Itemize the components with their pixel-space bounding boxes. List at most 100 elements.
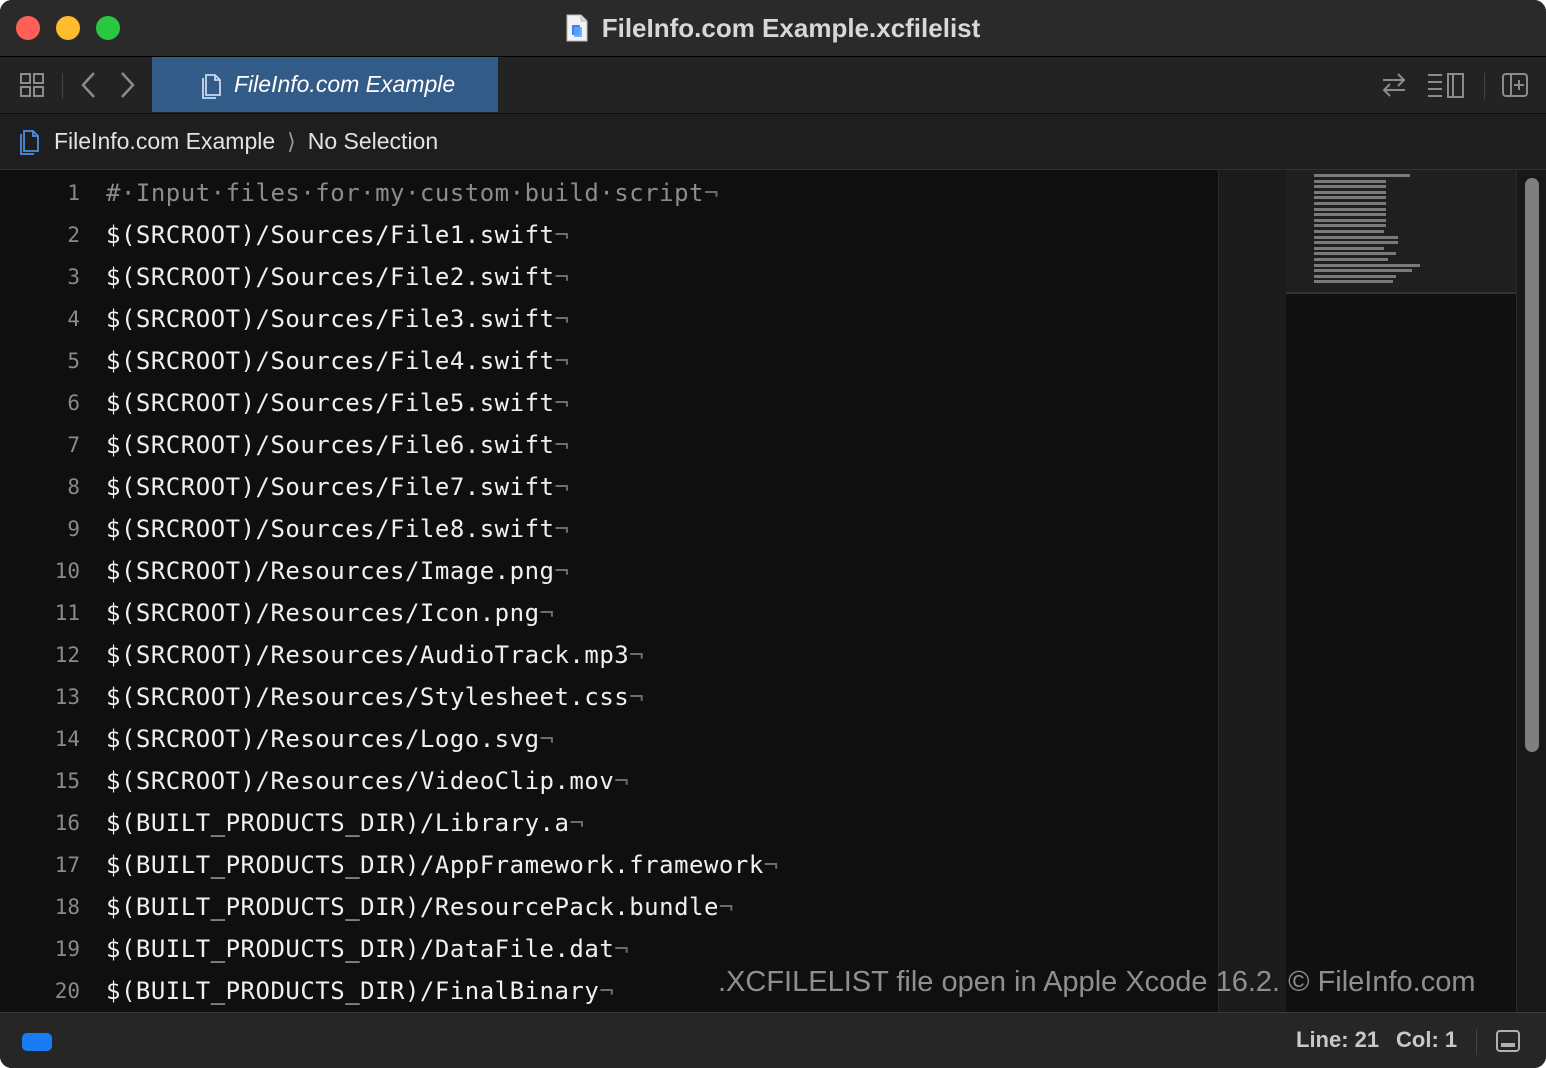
line-number: 14 xyxy=(54,727,80,751)
toolbar-divider xyxy=(1484,73,1485,99)
line-text: $(SRCROOT)/Resources/AudioTrack.mp3¬ xyxy=(106,634,644,676)
code-line[interactable]: 1 #·Input·files·for·my·custom·build·scrip… xyxy=(0,172,1218,214)
invisible-newline-marker: ¬ xyxy=(569,809,585,837)
code-line[interactable]: 19 $(BUILT_PRODUCTS_DIR)/DataFile.dat¬ xyxy=(0,928,1218,970)
code-line[interactable]: 15 $(SRCROOT)/Resources/VideoClip.mov¬ xyxy=(0,760,1218,802)
breadcrumb-separator: ⟩ xyxy=(287,128,296,154)
line-text: $(SRCROOT)/Sources/File5.swift¬ xyxy=(106,382,569,424)
code-line[interactable]: 5 $(SRCROOT)/Sources/File4.swift¬ xyxy=(0,340,1218,382)
invisible-newline-marker: ¬ xyxy=(539,599,555,627)
source-editor[interactable]: 1 #·Input·files·for·my·custom·build·scrip… xyxy=(0,170,1218,1012)
minimap-line xyxy=(1314,252,1396,256)
code-line[interactable]: 4 $(SRCROOT)/Sources/File3.swift¬ xyxy=(0,298,1218,340)
debug-area-icon[interactable] xyxy=(1492,1013,1524,1068)
line-number: 13 xyxy=(54,685,80,709)
line-content: $(SRCROOT)/Resources/Stylesheet.css xyxy=(106,683,630,711)
line-content: $(BUILT_PRODUCTS_DIR)/DataFile.dat xyxy=(106,935,615,963)
code-line[interactable]: 9 $(SRCROOT)/Sources/File8.swift¬ xyxy=(0,508,1218,550)
invisible-newline-marker: ¬ xyxy=(763,851,779,879)
minimap-line xyxy=(1314,235,1398,239)
line-content: $(BUILT_PRODUCTS_DIR)/ResourcePack.bundl… xyxy=(106,893,719,921)
invisible-newline-marker: ¬ xyxy=(554,389,570,417)
minimap-line xyxy=(1314,269,1412,273)
tab-bar: FileInfo.com Example xyxy=(0,57,1546,114)
minimap-line xyxy=(1314,218,1386,222)
line-content: $(SRCROOT)/Sources/File8.swift xyxy=(106,515,555,543)
chevron-right-icon[interactable] xyxy=(112,57,142,113)
invisible-newline-marker: ¬ xyxy=(554,557,570,585)
minimap-line xyxy=(1314,174,1410,177)
add-editor-icon[interactable] xyxy=(1498,57,1532,113)
breadcrumb-selection[interactable]: No Selection xyxy=(308,128,438,155)
line-number: 3 xyxy=(67,265,80,289)
line-content: $(SRCROOT)/Sources/File4.swift xyxy=(106,347,555,375)
code-line[interactable]: 12 $(SRCROOT)/Resources/AudioTrack.mp3¬ xyxy=(0,634,1218,676)
document-icon xyxy=(18,128,42,156)
line-number: 8 xyxy=(67,475,80,499)
line-text: $(SRCROOT)/Resources/VideoClip.mov¬ xyxy=(106,760,629,802)
code-line[interactable]: 3 $(SRCROOT)/Sources/File2.swift¬ xyxy=(0,256,1218,298)
line-number: 2 xyxy=(67,223,80,247)
invisible-newline-marker: ¬ xyxy=(629,683,645,711)
status-divider xyxy=(1476,1029,1477,1055)
line-content: $(BUILT_PRODUCTS_DIR)/FinalBinary xyxy=(106,977,600,1005)
code-line[interactable]: 16 $(BUILT_PRODUCTS_DIR)/Library.a¬ xyxy=(0,802,1218,844)
breadcrumb: FileInfo.com Example ⟩ No Selection xyxy=(0,114,1546,170)
line-number: 18 xyxy=(54,895,80,919)
code-line[interactable]: 17 $(BUILT_PRODUCTS_DIR)/AppFramework.fra… xyxy=(0,844,1218,886)
line-content: $(BUILT_PRODUCTS_DIR)/AppFramework.frame… xyxy=(106,851,764,879)
code-line[interactable]: 13 $(SRCROOT)/Resources/Stylesheet.css¬ xyxy=(0,676,1218,718)
invisible-newline-marker: ¬ xyxy=(554,515,570,543)
code-line[interactable]: 18 $(BUILT_PRODUCTS_DIR)/ResourcePack.bun… xyxy=(0,886,1218,928)
minimap-line xyxy=(1314,224,1386,228)
grid-icon[interactable] xyxy=(14,57,50,113)
line-number: 4 xyxy=(67,307,80,331)
scrollbar-thumb[interactable] xyxy=(1525,178,1539,752)
chevron-left-icon[interactable] xyxy=(74,57,104,113)
line-text: $(BUILT_PRODUCTS_DIR)/Library.a¬ xyxy=(106,802,584,844)
cursor-line: Line: 21 xyxy=(1296,1027,1380,1052)
invisible-newline-marker: ¬ xyxy=(718,893,734,921)
code-line[interactable]: 14 $(SRCROOT)/Resources/Logo.svg¬ xyxy=(0,718,1218,760)
code-line[interactable]: 2 $(SRCROOT)/Sources/File1.swift¬ xyxy=(0,214,1218,256)
inspector-icon[interactable] xyxy=(1424,57,1468,113)
line-text: $(SRCROOT)/Sources/File3.swift¬ xyxy=(106,298,569,340)
document-icon xyxy=(200,71,224,99)
invisible-newline-marker: ¬ xyxy=(614,767,630,795)
minimap[interactable] xyxy=(1286,170,1516,1012)
line-number: 10 xyxy=(54,559,80,583)
minimap-line xyxy=(1314,179,1386,183)
line-text: $(SRCROOT)/Resources/Icon.png¬ xyxy=(106,592,554,634)
title-container: FileInfo.com Example.xcfilelist xyxy=(0,0,1546,56)
swap-arrows-icon[interactable] xyxy=(1378,57,1410,113)
line-content: $(SRCROOT)/Sources/File5.swift xyxy=(106,389,555,417)
line-text: $(SRCROOT)/Resources/Image.png¬ xyxy=(106,550,569,592)
code-line[interactable]: 7 $(SRCROOT)/Sources/File6.swift¬ xyxy=(0,424,1218,466)
status-indicator[interactable] xyxy=(22,1033,52,1051)
line-text: $(SRCROOT)/Sources/File2.swift¬ xyxy=(106,256,569,298)
code-line[interactable]: 10 $(SRCROOT)/Resources/Image.png¬ xyxy=(0,550,1218,592)
line-text: $(SRCROOT)/Resources/Stylesheet.css¬ xyxy=(106,676,644,718)
code-line[interactable]: 11 $(SRCROOT)/Resources/Icon.png¬ xyxy=(0,592,1218,634)
vertical-scrollbar[interactable] xyxy=(1516,170,1546,1012)
line-text: $(BUILT_PRODUCTS_DIR)/DataFile.dat¬ xyxy=(106,928,629,970)
editor-margin xyxy=(1218,170,1287,1012)
tab-fileinfo-example[interactable]: FileInfo.com Example xyxy=(152,57,498,112)
line-text: $(BUILT_PRODUCTS_DIR)/AppFramework.frame… xyxy=(106,844,779,886)
line-content: $(SRCROOT)/Sources/File1.swift xyxy=(106,221,555,249)
line-text: $(SRCROOT)/Sources/File6.swift¬ xyxy=(106,424,569,466)
minimap-line xyxy=(1314,241,1398,245)
invisible-newline-marker: ¬ xyxy=(554,263,570,291)
line-content: $(SRCROOT)/Sources/File7.swift xyxy=(106,473,555,501)
line-text: $(BUILT_PRODUCTS_DIR)/ResourcePack.bundl… xyxy=(106,886,734,928)
code-line[interactable]: 8 $(SRCROOT)/Sources/File7.swift¬ xyxy=(0,466,1218,508)
invisible-newline-marker: ¬ xyxy=(629,641,645,669)
minimap-line xyxy=(1314,213,1386,217)
line-content: $(SRCROOT)/Sources/File2.swift xyxy=(106,263,555,291)
document-icon xyxy=(566,14,588,42)
title-bar: FileInfo.com Example.xcfilelist xyxy=(0,0,1546,57)
line-number: 17 xyxy=(54,853,80,877)
breadcrumb-file[interactable]: FileInfo.com Example xyxy=(54,128,275,155)
invisible-newline-marker: ¬ xyxy=(554,431,570,459)
code-line[interactable]: 6 $(SRCROOT)/Sources/File5.swift¬ xyxy=(0,382,1218,424)
